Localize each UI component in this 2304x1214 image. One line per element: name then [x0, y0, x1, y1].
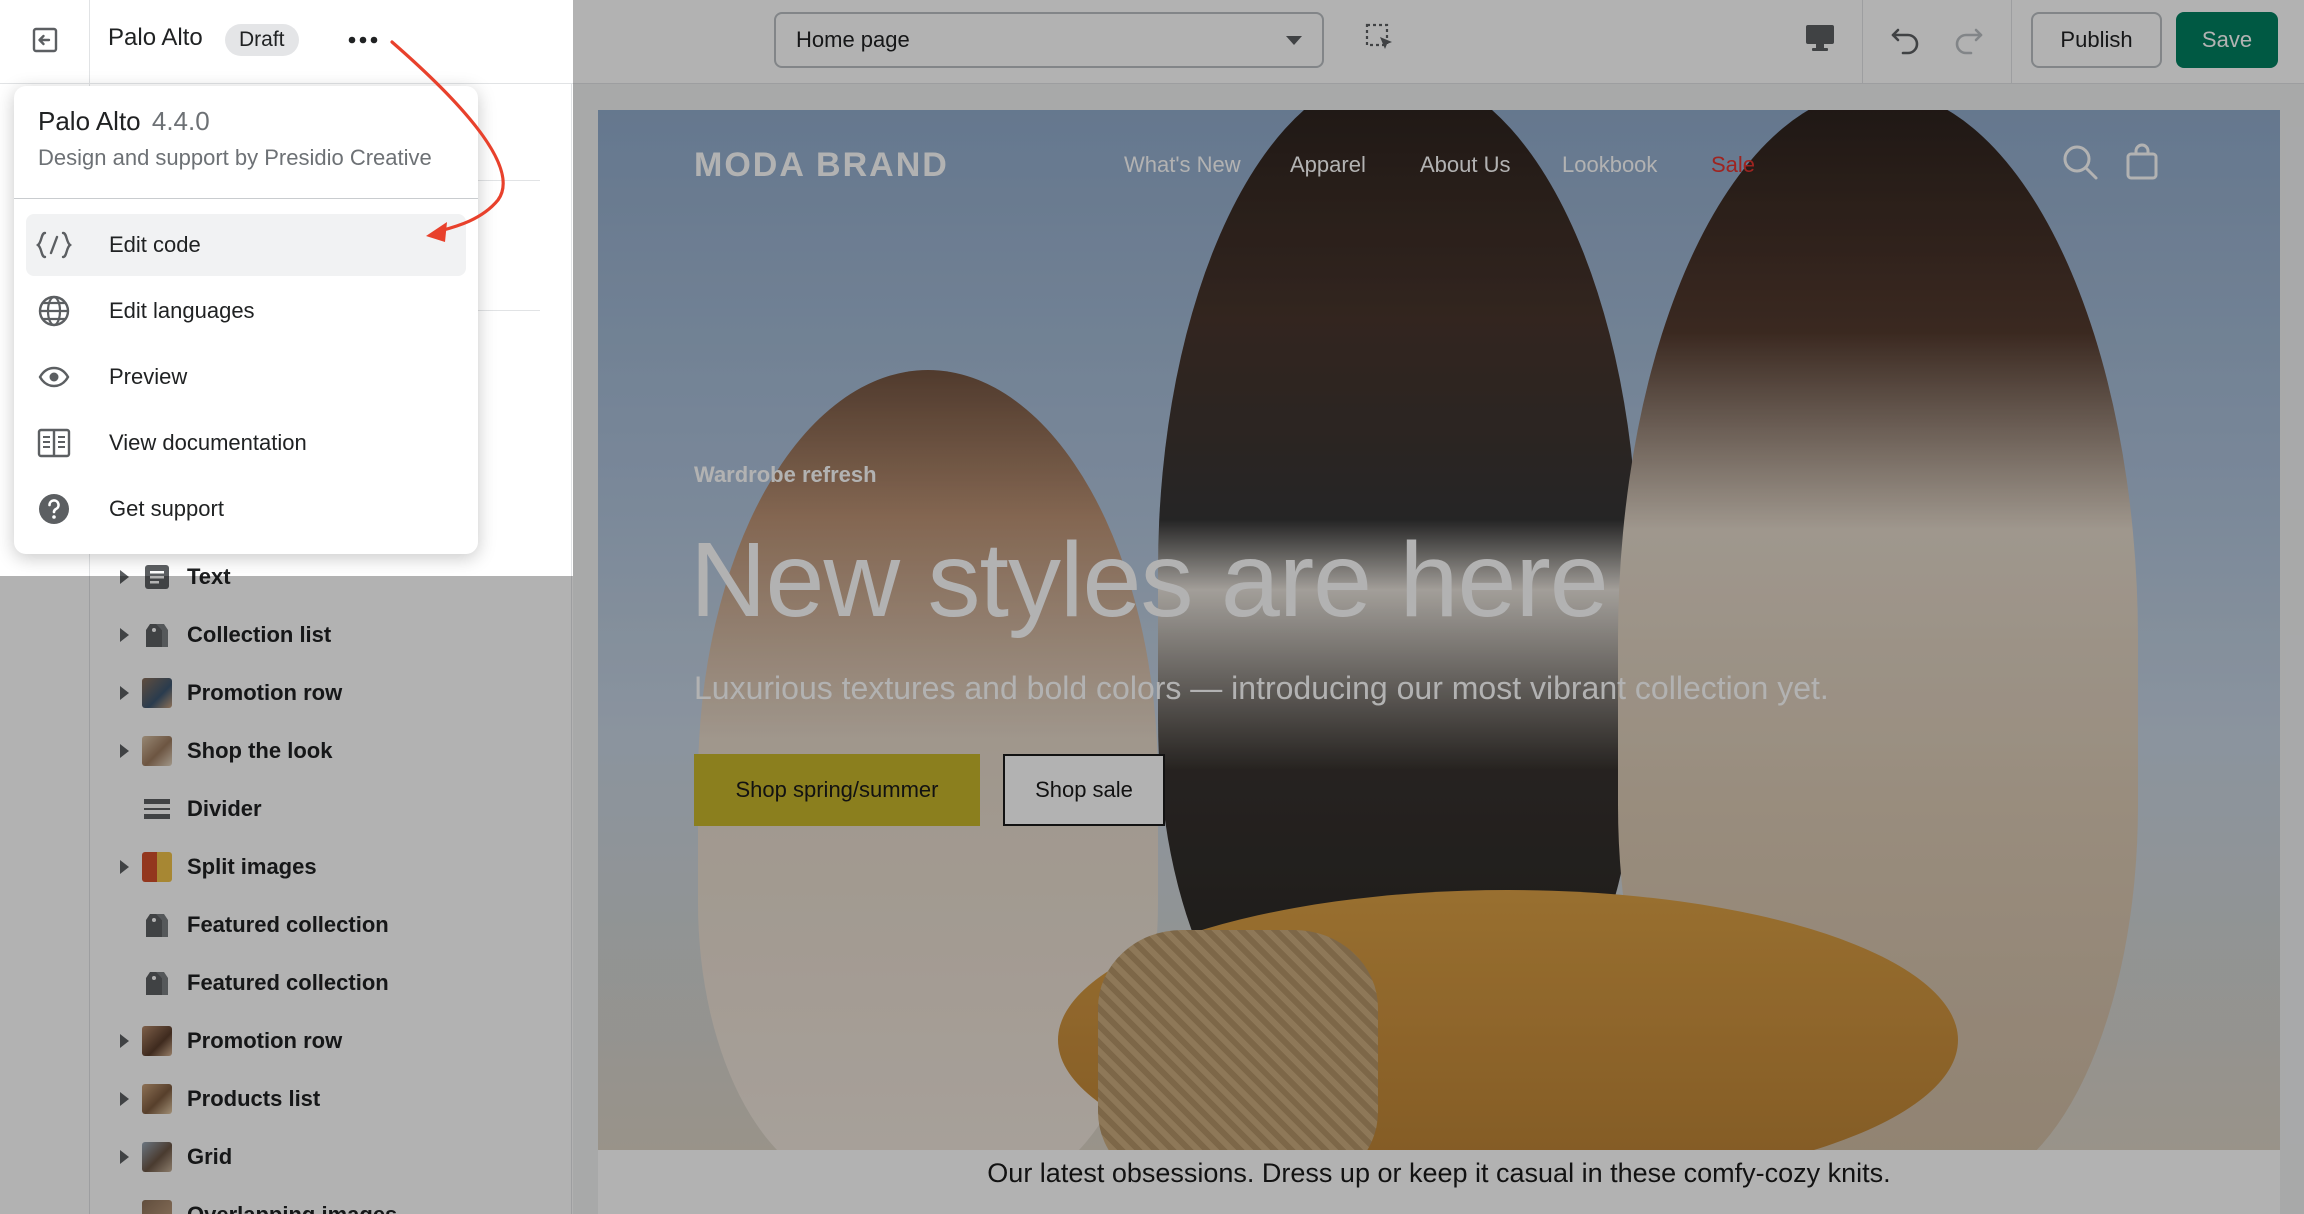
globe-icon	[36, 293, 72, 329]
theme-name: Palo Alto	[108, 24, 203, 51]
menu-item-label: Get support	[109, 496, 224, 521]
menu-item-get-support[interactable]: Get support	[26, 478, 466, 540]
menu-item-preview[interactable]: Preview	[26, 346, 466, 408]
menu-item-edit-code[interactable]: Edit code	[26, 214, 466, 276]
menu-divider	[14, 198, 478, 199]
modal-overlay[interactable]	[0, 576, 2304, 1214]
menu-theme-version: 4.4.0	[151, 106, 210, 136]
menu-theme-name: Palo Alto	[38, 106, 141, 136]
code-icon	[36, 227, 72, 263]
exit-icon	[31, 26, 59, 59]
theme-actions-menu: Palo Alto 4.4.0 Design and support by Pr…	[14, 86, 478, 554]
menu-item-label: Preview	[109, 364, 188, 389]
question-icon	[36, 491, 72, 527]
more-actions-button[interactable]	[340, 20, 386, 60]
book-icon	[36, 425, 72, 461]
menu-item-label: View documentation	[109, 430, 307, 455]
menu-theme-title: Palo Alto 4.4.0	[38, 106, 432, 137]
menu-item-label: Edit languages	[109, 298, 255, 323]
exit-button[interactable]	[0, 0, 90, 84]
menu-theme-author: Design and support by Presidio Creative	[38, 145, 432, 170]
eye-icon	[36, 359, 72, 395]
menu-header: Palo Alto 4.4.0 Design and support by Pr…	[38, 106, 432, 171]
ellipsis-icon	[348, 31, 378, 49]
menu-item-label: Edit code	[109, 232, 201, 257]
modal-overlay[interactable]	[573, 0, 2304, 576]
draft-badge: Draft	[225, 24, 299, 56]
menu-item-view-documentation[interactable]: View documentation	[26, 412, 466, 474]
menu-item-edit-languages[interactable]: Edit languages	[26, 280, 466, 342]
